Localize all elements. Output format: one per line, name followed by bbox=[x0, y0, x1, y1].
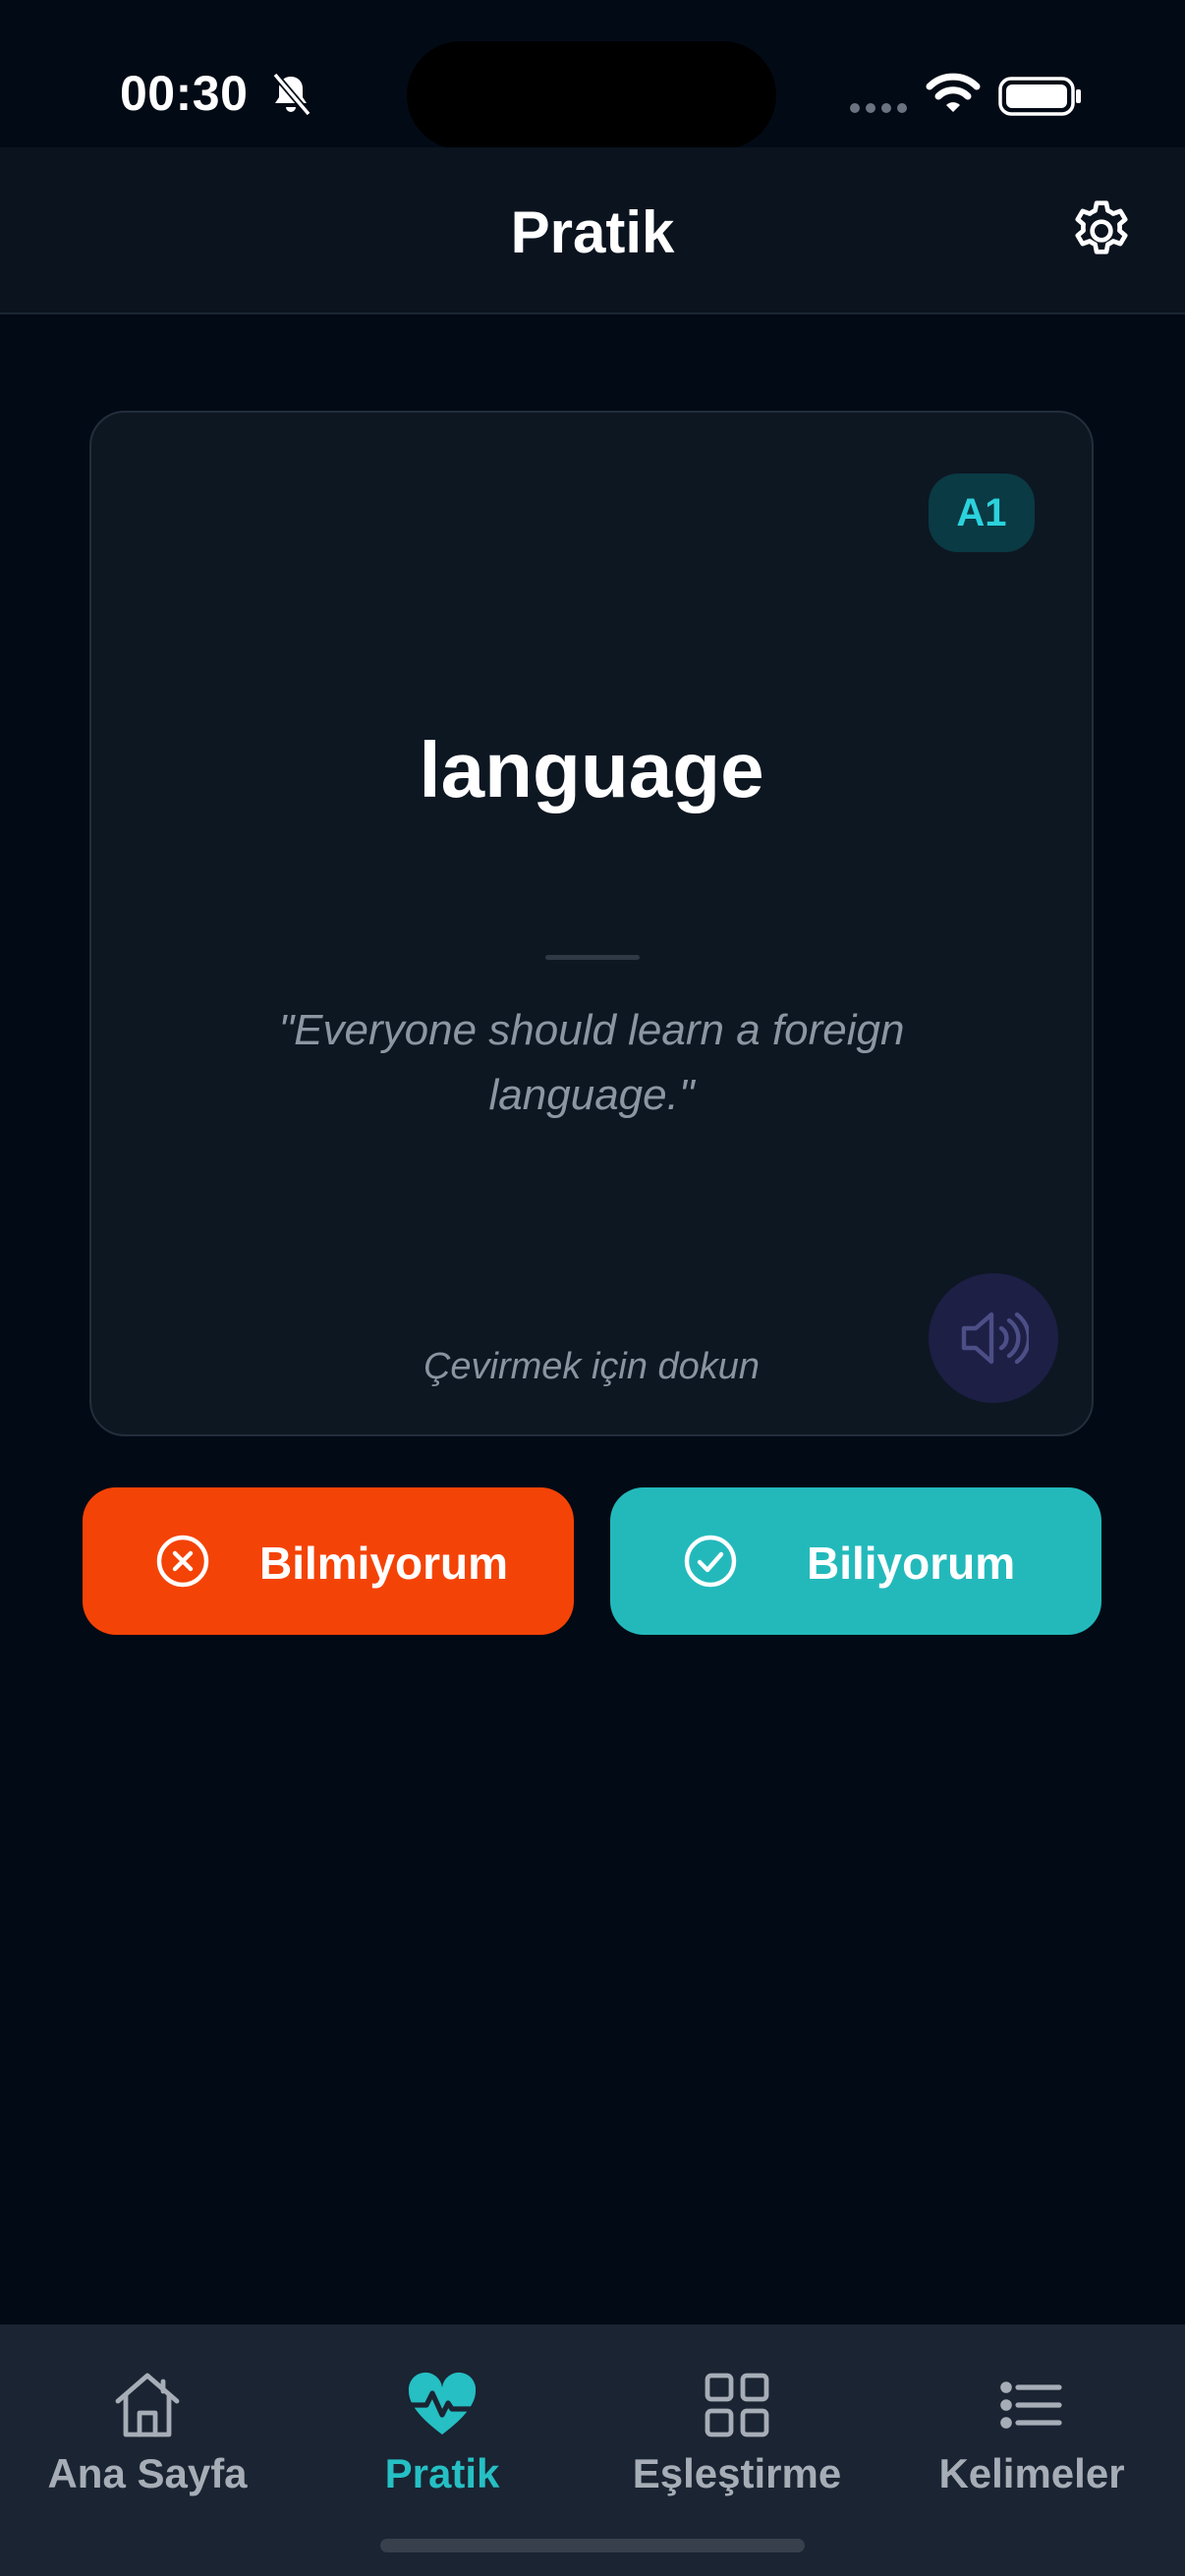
bell-off-icon bbox=[272, 72, 311, 117]
heart-pulse-icon bbox=[404, 2372, 480, 2435]
tab-matching[interactable]: Eşleştirme bbox=[590, 2324, 884, 2521]
check-circle-icon bbox=[684, 1535, 737, 1588]
dynamic-island bbox=[407, 41, 776, 149]
example-sentence: "Everyone should learn a foreign languag… bbox=[278, 1006, 905, 1119]
home-icon bbox=[115, 2373, 180, 2437]
flashcard[interactable]: A1 language "Everyone should learn a for… bbox=[89, 411, 1094, 1436]
page-title: Pratik bbox=[510, 199, 675, 265]
tab-words-label: Kelimeler bbox=[938, 2450, 1125, 2496]
card-divider bbox=[545, 955, 640, 960]
list-icon bbox=[1000, 2381, 1062, 2429]
tab-words[interactable]: Kelimeler bbox=[884, 2324, 1179, 2521]
level-badge: A1 bbox=[929, 474, 1035, 552]
speak-button[interactable] bbox=[929, 1273, 1058, 1403]
home-indicator bbox=[380, 2539, 805, 2552]
gear-icon[interactable] bbox=[1067, 196, 1136, 265]
wifi-icon bbox=[926, 73, 981, 112]
know-button[interactable]: Biliyorum bbox=[610, 1487, 1101, 1635]
tab-matching-label: Eşleştirme bbox=[632, 2450, 842, 2496]
speaker-icon bbox=[961, 1312, 1029, 1365]
battery-icon bbox=[998, 77, 1081, 116]
tab-home[interactable]: Ana Sayfa bbox=[0, 2324, 295, 2521]
dont-know-button[interactable]: Bilmiyorum bbox=[83, 1487, 574, 1635]
status-bar: 00:30 bbox=[0, 0, 1185, 149]
x-circle-icon bbox=[156, 1535, 209, 1588]
know-label: Biliyorum bbox=[807, 1538, 1016, 1589]
tab-home-label: Ana Sayfa bbox=[47, 2450, 248, 2496]
status-time: 00:30 bbox=[120, 66, 249, 121]
tab-practice[interactable]: Pratik bbox=[295, 2324, 590, 2521]
dont-know-label: Bilmiyorum bbox=[259, 1538, 509, 1589]
tab-practice-label: Pratik bbox=[384, 2450, 500, 2496]
grid-icon bbox=[705, 2373, 769, 2437]
card-word: language bbox=[419, 726, 764, 813]
app-header: Pratik bbox=[0, 147, 1185, 314]
cellular-signal-icon bbox=[850, 103, 907, 113]
